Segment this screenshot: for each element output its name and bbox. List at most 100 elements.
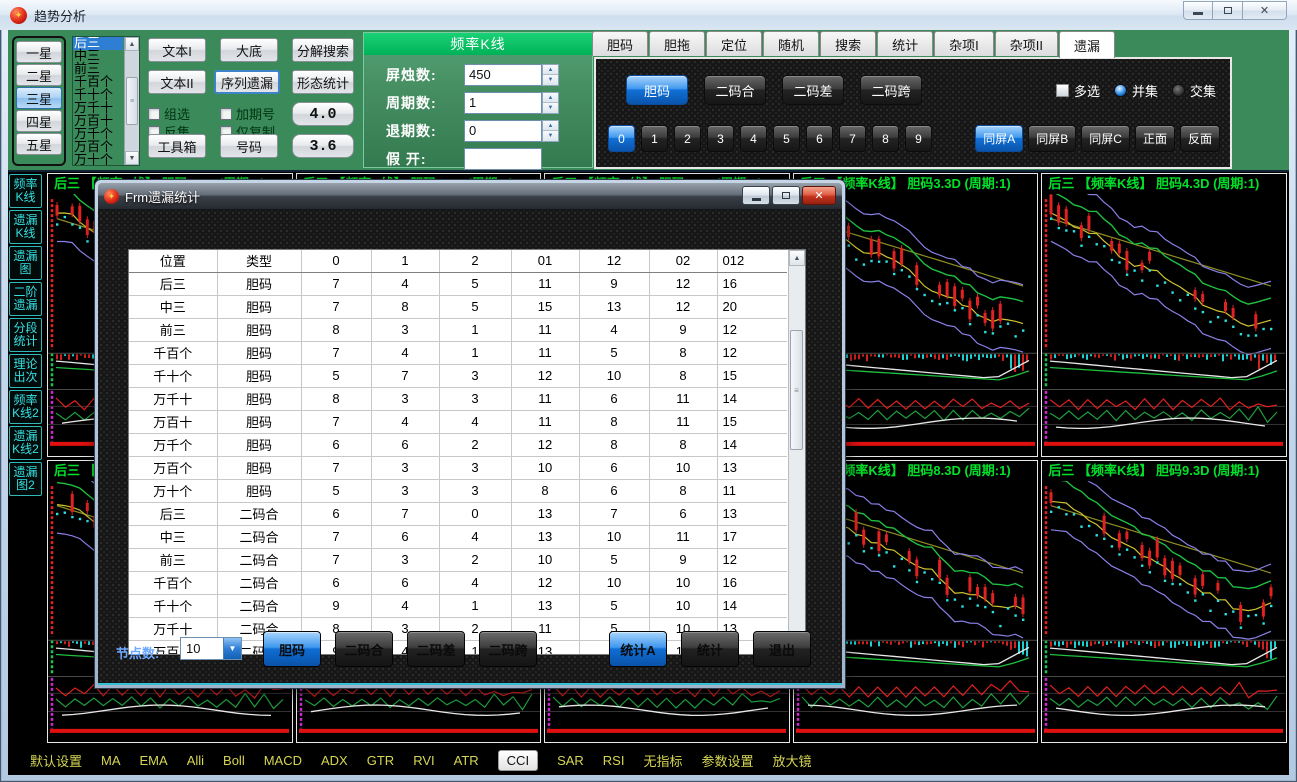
table-row[interactable]: 前三二码合732105912 <box>129 548 787 571</box>
indicator-item-2[interactable]: MA <box>101 753 121 768</box>
sequence-missing-button[interactable]: 序列遗漏 <box>214 70 280 94</box>
table-row[interactable]: 千百个胆码741115812 <box>129 341 787 364</box>
digit-button-1[interactable]: 1 <box>641 125 668 152</box>
star-button-4[interactable]: 四星 <box>16 110 62 132</box>
code-type-button-1[interactable]: 胆码 <box>626 75 688 105</box>
dialog-action-button-2[interactable]: 二码合 <box>335 631 393 667</box>
version-40-button[interactable]: 4.0 <box>292 102 354 126</box>
text-2-button[interactable]: 文本II <box>148 70 206 94</box>
digit-button-9[interactable]: 9 <box>905 125 932 152</box>
sidebar-item-2[interactable]: 遗漏K线 <box>9 210 42 244</box>
position-list-item[interactable]: 万十个 <box>73 154 123 166</box>
table-row[interactable]: 万十个胆码53386811 <box>129 479 787 502</box>
table-row[interactable]: 千十个胆码5731210815 <box>129 364 787 387</box>
tab-1[interactable]: 胆码 <box>592 31 648 56</box>
scroll-down-icon[interactable]: ▼ <box>125 151 139 165</box>
dialog-action-button-6[interactable]: 统计 <box>681 631 739 667</box>
digit-button-2[interactable]: 2 <box>674 125 701 152</box>
chart-panel-9[interactable]: 后三 【频率K线】 胆码9.3D (周期:1) <box>1041 460 1287 744</box>
table-row[interactable]: 千百个二码合66412101016 <box>129 571 787 594</box>
radio-2[interactable]: 交集 <box>1172 81 1216 100</box>
sidebar-item-4[interactable]: 二阶遗漏 <box>9 282 42 316</box>
table-row[interactable]: 中三二码合76413101117 <box>129 525 787 548</box>
spinner-stepper[interactable]: ▲▼ <box>542 64 559 86</box>
same-screen-b-button[interactable]: 同屏B <box>1028 125 1076 152</box>
scroll-thumb[interactable]: ≡ <box>126 77 138 125</box>
dialog-action-button-3[interactable]: 二码差 <box>407 631 465 667</box>
digit-button-7[interactable]: 7 <box>839 125 866 152</box>
sidebar-item-7[interactable]: 频率K线2 <box>9 390 42 424</box>
sidebar-item-6[interactable]: 理论出次 <box>9 354 42 388</box>
close-icon[interactable]: ✕ <box>1243 1 1287 20</box>
table-row[interactable]: 万百个胆码7331061013 <box>129 456 787 479</box>
indicator-item-5[interactable]: Boll <box>223 753 245 768</box>
spinner-down-icon[interactable]: ▼ <box>543 75 558 85</box>
tab-6[interactable]: 统计 <box>877 31 933 56</box>
table-row[interactable]: 千十个二码合9411351014 <box>129 594 787 617</box>
code-type-button-3[interactable]: 二码差 <box>782 75 844 105</box>
dialog-action-button-4[interactable]: 二码跨 <box>479 631 537 667</box>
number-button[interactable]: 号码 <box>220 134 278 158</box>
indicator-item-3[interactable]: EMA <box>140 753 168 768</box>
minimize-icon[interactable] <box>1183 1 1213 20</box>
digit-button-0[interactable]: 0 <box>608 125 635 152</box>
radio-1[interactable]: 并集 <box>1114 81 1158 100</box>
indicator-item-6[interactable]: MACD <box>264 753 302 768</box>
retreat-count-input[interactable]: 0 <box>464 120 542 142</box>
table-row[interactable]: 万千个胆码662128814 <box>129 433 787 456</box>
indicator-item-12[interactable]: SAR <box>557 753 584 768</box>
fake-open-input[interactable] <box>464 148 542 170</box>
tab-9[interactable]: 遗漏 <box>1059 31 1115 58</box>
screen-candles-input[interactable]: 450 <box>464 64 542 86</box>
sidebar-item-8[interactable]: 遗漏K线2 <box>9 426 42 460</box>
tab-8[interactable]: 杂项II <box>995 31 1058 56</box>
tab-3[interactable]: 定位 <box>706 31 762 56</box>
front-button[interactable]: 正面 <box>1135 125 1175 152</box>
spinner-up-icon[interactable]: ▲ <box>543 93 558 103</box>
sidebar-item-5[interactable]: 分段统计 <box>9 318 42 352</box>
indicator-item-1[interactable]: 默认设置 <box>30 751 82 770</box>
table-row[interactable]: 中三胆码78515131220 <box>129 295 787 318</box>
big-base-button[interactable]: 大底 <box>220 38 278 62</box>
pattern-stats-button[interactable]: 形态统计 <box>292 70 354 94</box>
indicator-item-16[interactable]: 放大镜 <box>773 751 812 770</box>
table-row[interactable]: 前三胆码831114912 <box>129 318 787 341</box>
indicator-item-4[interactable]: Alli <box>187 753 204 768</box>
tab-7[interactable]: 杂项I <box>934 31 994 56</box>
dialog-action-button-7[interactable]: 退出 <box>753 631 811 667</box>
spinner-stepper[interactable]: ▲▼ <box>542 92 559 114</box>
digit-button-8[interactable]: 8 <box>872 125 899 152</box>
digit-button-6[interactable]: 6 <box>806 125 833 152</box>
toolbox-button[interactable]: 工具箱 <box>148 134 206 158</box>
table-row[interactable]: 万千十胆码8331161114 <box>129 387 787 410</box>
spinner-down-icon[interactable]: ▼ <box>543 103 558 113</box>
sidebar-item-1[interactable]: 频率K线 <box>9 174 42 208</box>
dialog-action-button-5[interactable]: 统计A <box>609 631 667 667</box>
indicator-item-8[interactable]: GTR <box>367 753 394 768</box>
dialog-maximize-icon[interactable] <box>772 186 800 205</box>
position-listbox[interactable]: 后三中三前三千百个千十个万千十万百十万千个万百个万十个 ▲ ≡ ▼ <box>72 36 140 166</box>
decompose-search-button[interactable]: 分解搜索 <box>292 38 354 62</box>
same-screen-a-button[interactable]: 同屏A <box>975 125 1023 152</box>
spinner-up-icon[interactable]: ▲ <box>543 65 558 75</box>
star-button-2[interactable]: 二星 <box>16 64 62 86</box>
spinner-up-icon[interactable]: ▲ <box>543 121 558 131</box>
dialog-action-button-1[interactable]: 胆码 <box>263 631 321 667</box>
indicator-item-14[interactable]: 无指标 <box>643 751 682 770</box>
scroll-up-icon[interactable]: ▲ <box>125 37 139 51</box>
indicator-item-10[interactable]: ATR <box>454 753 479 768</box>
table-scrollbar[interactable]: ▲ ≡ ▼ <box>788 250 805 654</box>
digit-button-4[interactable]: 4 <box>740 125 767 152</box>
indicator-item-15[interactable]: 参数设置 <box>701 751 753 770</box>
indicator-item-11[interactable]: CCI <box>498 750 538 771</box>
dialog-minimize-icon[interactable] <box>742 186 770 205</box>
period-count-input[interactable]: 1 <box>464 92 542 114</box>
indicator-item-7[interactable]: ADX <box>321 753 348 768</box>
same-screen-c-button[interactable]: 同屏C <box>1081 125 1130 152</box>
table-row[interactable]: 后三二码合670137613 <box>129 502 787 525</box>
maximize-icon[interactable] <box>1213 1 1243 20</box>
text-1-button[interactable]: 文本I <box>148 38 206 62</box>
star-button-3[interactable]: 三星 <box>16 87 62 109</box>
checkbox-0[interactable]: 组选 <box>148 104 190 123</box>
tab-5[interactable]: 搜索 <box>820 31 876 56</box>
